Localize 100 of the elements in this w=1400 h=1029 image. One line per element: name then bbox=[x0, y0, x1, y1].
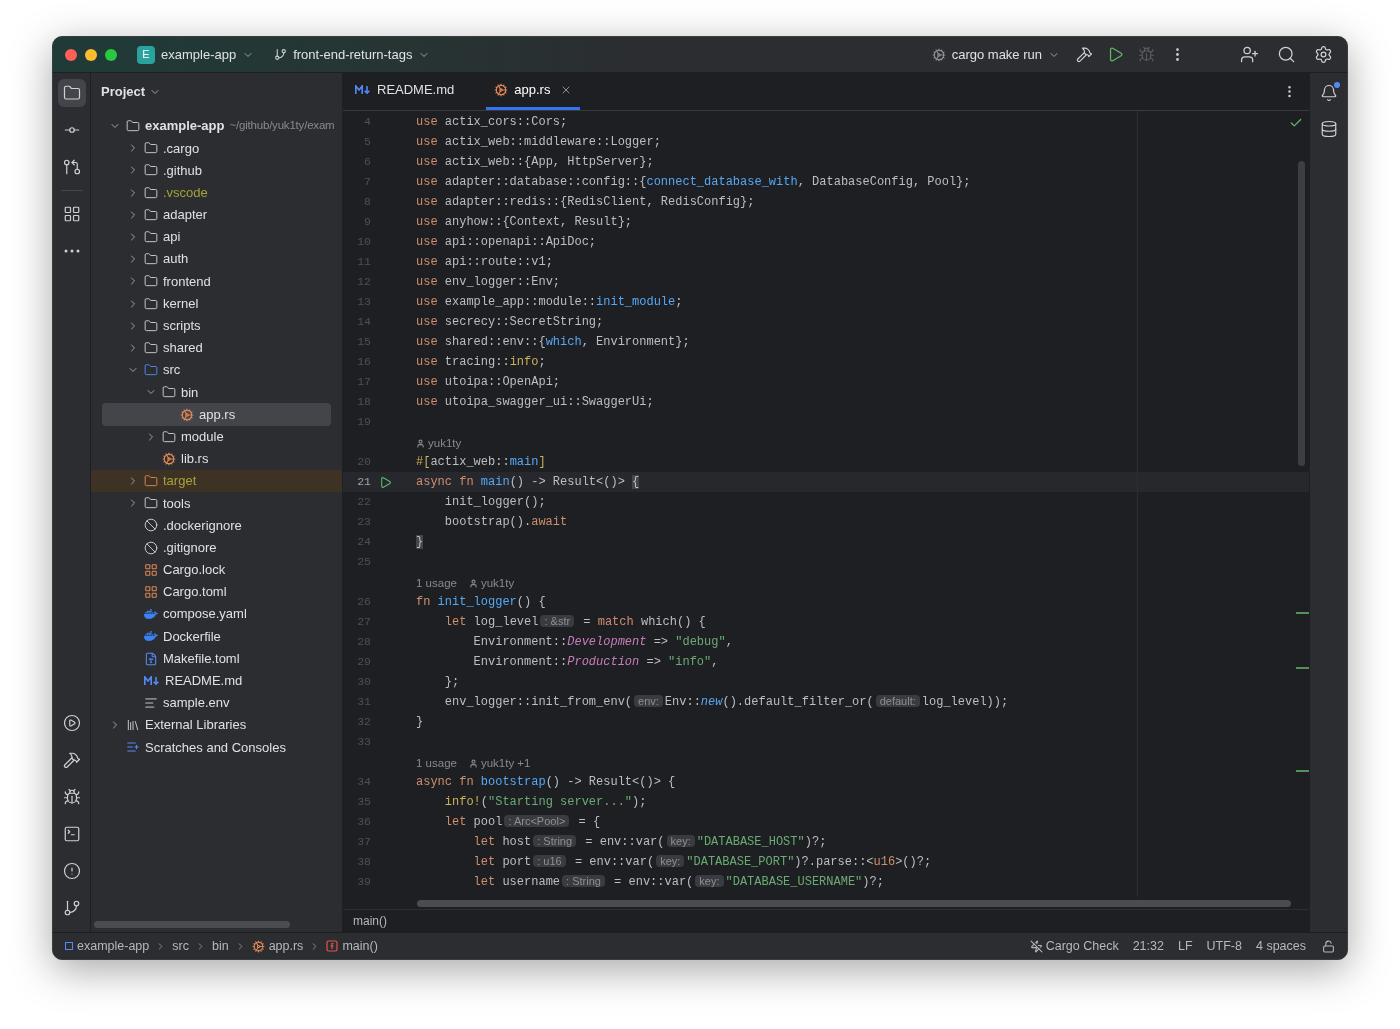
hammer-icon bbox=[62, 751, 81, 769]
breadcrumb-item[interactable]: src bbox=[172, 936, 189, 956]
tree-item[interactable]: shared bbox=[91, 336, 342, 360]
editor-breadcrumb[interactable]: main() bbox=[353, 912, 387, 930]
tree-item[interactable]: adapter bbox=[91, 203, 342, 226]
breadcrumb-item[interactable]: app.rs bbox=[251, 936, 304, 956]
usage-hint[interactable]: yuk1ty +1 bbox=[480, 754, 531, 772]
tree-item[interactable]: Dockerfile bbox=[91, 625, 342, 648]
code-line: use utoipa::OpenApi; bbox=[416, 374, 561, 391]
code-line: use api::openapi::ApiDoc; bbox=[416, 234, 597, 251]
code-line: use adapter::redis::{RedisClient, RedisConfig}; bbox=[416, 194, 755, 211]
folder-icon bbox=[144, 474, 158, 489]
square-icon bbox=[65, 942, 73, 950]
tree-item[interactable]: frontend bbox=[91, 270, 342, 293]
tree-item[interactable]: .vscode bbox=[91, 181, 342, 204]
tree-item[interactable]: Cargo.lock bbox=[91, 558, 342, 581]
code-line: use shared::env::{which, Environment}; bbox=[416, 334, 690, 351]
bell-icon bbox=[1319, 84, 1338, 102]
breadcrumb-item[interactable]: bin bbox=[211, 936, 229, 956]
code-line: }; bbox=[443, 674, 460, 691]
user-icon bbox=[416, 438, 425, 448]
project-badge: E bbox=[137, 45, 155, 64]
tree-item[interactable]: External Libraries bbox=[91, 714, 342, 737]
usage-hint[interactable]: yuk1ty bbox=[480, 574, 515, 592]
status-item[interactable]: LF bbox=[1177, 936, 1193, 956]
project-switcher[interactable]: E example-app bbox=[137, 44, 255, 65]
branch-switcher[interactable]: front-end-return-tags bbox=[274, 44, 431, 65]
tree-item[interactable]: .gitignore bbox=[91, 536, 342, 559]
scrollbar-thumb[interactable] bbox=[1298, 161, 1305, 466]
tree-item[interactable]: .github bbox=[91, 159, 342, 182]
breadcrumb-item[interactable]: example-app bbox=[65, 936, 150, 956]
folder-button[interactable] bbox=[57, 79, 86, 107]
tree-item[interactable]: scripts bbox=[91, 314, 342, 337]
scrollbar-thumb[interactable] bbox=[417, 899, 1291, 907]
crossed-bolt-icon bbox=[1029, 939, 1043, 953]
tree-item[interactable]: .dockerignore bbox=[91, 514, 342, 537]
cog-icon bbox=[931, 47, 946, 62]
editor-tab[interactable]: app.rs bbox=[486, 73, 581, 110]
usage-hint[interactable]: yuk1ty bbox=[428, 434, 462, 452]
tree-item[interactable]: target bbox=[91, 470, 342, 493]
zoom-window-button[interactable] bbox=[105, 48, 117, 61]
editor-tab[interactable]: README.md bbox=[347, 73, 463, 110]
cog-icon bbox=[162, 451, 176, 466]
run-icon[interactable] bbox=[379, 475, 392, 489]
branch-icon bbox=[274, 48, 288, 61]
unlock-icon[interactable] bbox=[1322, 939, 1335, 953]
tree-item[interactable]: lib.rs bbox=[91, 447, 342, 470]
bug-icon[interactable] bbox=[1138, 46, 1155, 63]
markdown-icon bbox=[355, 85, 371, 95]
tree-item[interactable]: Makefile.toml bbox=[91, 647, 342, 670]
tree-item[interactable]: bin bbox=[91, 381, 342, 404]
lines-icon bbox=[144, 695, 158, 710]
usage-hint[interactable]: 1 usage bbox=[416, 754, 457, 772]
run-icon[interactable] bbox=[1107, 46, 1124, 63]
tree-item[interactable]: Scratches and Consoles bbox=[91, 736, 342, 759]
code-line: use adapter::database::config::{connect_database_with, DatabaseConfig, Pool}; bbox=[416, 174, 971, 191]
hammer-icon[interactable] bbox=[1076, 46, 1093, 63]
tree-item[interactable]: example-app ~/github/yuk1ty/exam bbox=[91, 115, 342, 138]
code-line: #[actix_web::main] bbox=[416, 454, 546, 471]
tree-item[interactable]: src bbox=[91, 359, 342, 382]
change-marker bbox=[1296, 770, 1309, 772]
code-line: use actix_cors::Cors; bbox=[416, 114, 568, 131]
code-line: bootstrap().await bbox=[443, 514, 568, 531]
tree-item[interactable]: app.rs bbox=[102, 403, 331, 426]
status-item[interactable]: 21:32 bbox=[1132, 936, 1164, 956]
code-line: async fn main() -> Result<()> { bbox=[416, 474, 640, 491]
ban-icon bbox=[144, 540, 158, 555]
folder-icon bbox=[144, 185, 158, 200]
tree-item[interactable]: tools bbox=[91, 492, 342, 515]
tree-item[interactable]: sample.env bbox=[91, 691, 342, 715]
scrollbar-thumb[interactable] bbox=[94, 921, 290, 928]
minimize-window-button[interactable] bbox=[85, 48, 97, 61]
cog-icon bbox=[180, 407, 194, 422]
search-icon[interactable] bbox=[1277, 45, 1296, 64]
add-user-icon[interactable] bbox=[1240, 45, 1259, 64]
line-number: 21 bbox=[356, 474, 371, 491]
code-line: async fn bootstrap() -> Result<()> { bbox=[416, 774, 676, 791]
breadcrumb-item[interactable]: main() bbox=[326, 936, 378, 956]
tree-item[interactable]: api bbox=[91, 225, 342, 249]
code-line: env_logger::init_from_env( env: Env::new().default_filter_or( default: log_level)); bbox=[443, 694, 1009, 711]
folder-icon bbox=[144, 496, 158, 511]
folder-icon bbox=[162, 385, 176, 400]
tree-item[interactable]: auth bbox=[91, 248, 342, 271]
tree-item[interactable]: .cargo bbox=[91, 137, 342, 160]
project-view-selector[interactable]: Project bbox=[101, 82, 162, 102]
tree-item[interactable]: compose.yaml bbox=[91, 603, 342, 626]
status-item[interactable]: 4 spaces bbox=[1255, 936, 1306, 956]
bug-icon bbox=[62, 788, 81, 806]
cargo-check-widget[interactable]: Cargo Check bbox=[1029, 936, 1119, 956]
status-item[interactable]: UTF-8 bbox=[1206, 936, 1242, 956]
whale-icon bbox=[144, 629, 158, 644]
tree-item[interactable]: README.md bbox=[91, 669, 342, 692]
tree-item[interactable]: kernel bbox=[91, 292, 342, 315]
folder-icon bbox=[62, 84, 81, 102]
run-configuration[interactable]: cargo make run bbox=[931, 44, 1060, 65]
tree-item[interactable]: Cargo.toml bbox=[91, 580, 342, 604]
close-window-button[interactable] bbox=[65, 48, 77, 61]
settings-icon[interactable] bbox=[1314, 45, 1333, 64]
tree-item[interactable]: module bbox=[91, 425, 342, 448]
usage-hint[interactable]: 1 usage bbox=[416, 574, 457, 592]
